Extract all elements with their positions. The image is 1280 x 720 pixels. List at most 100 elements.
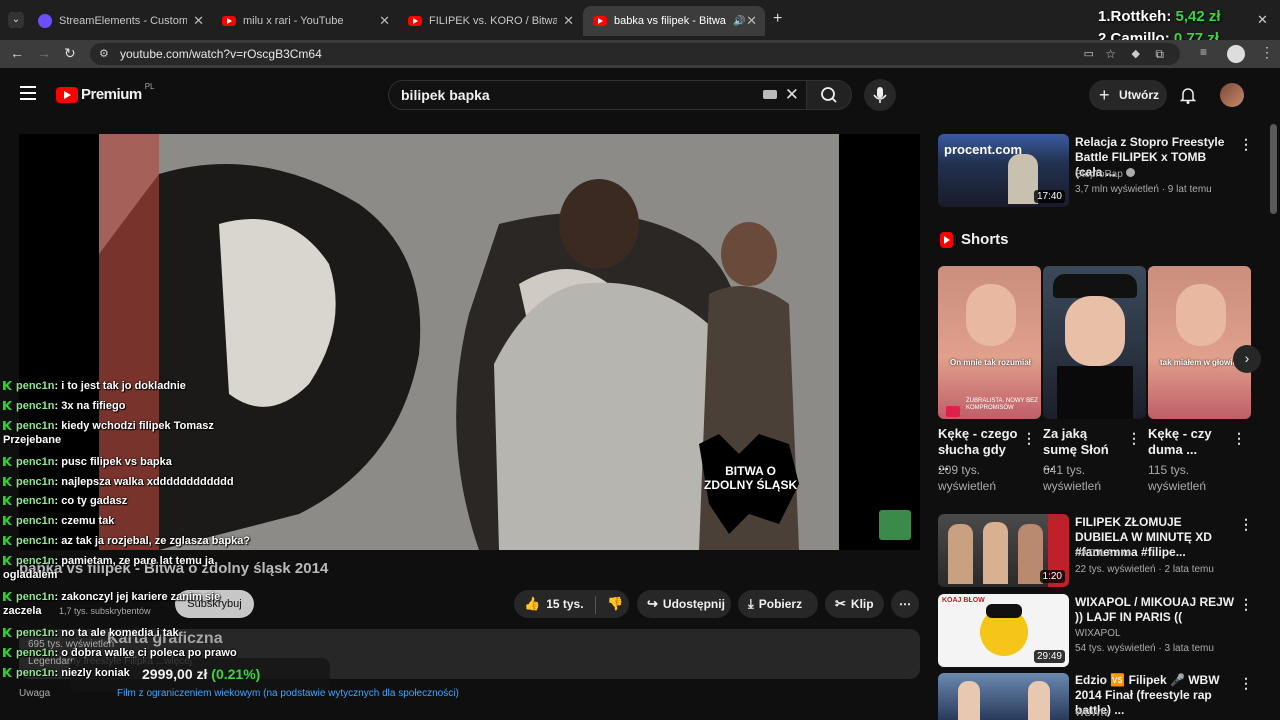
dislike-button[interactable]: 👎 [607,596,624,611]
scissors-icon: ✂ [835,596,846,611]
age-restriction-link[interactable]: Film z ograniczeniem wiekowym (na podsta… [117,688,459,699]
more-options-icon[interactable]: ⋮ [1022,430,1036,447]
url-field[interactable]: ⚙ youtube.com/watch?v=rOscgB3Cm64 ▭ ☆ ◆ … [90,43,1180,65]
profile-avatar[interactable] [1227,45,1245,63]
shorts-next-button[interactable]: › [1233,345,1261,373]
keyboard-icon[interactable] [763,90,777,99]
short-thumbnail[interactable]: tak miałem w głowie [1148,266,1251,419]
chat-message: penc1n: kiedy wchodzi filipek Tomasz Prz… [3,420,214,446]
related-video-title[interactable]: WIXAPOL / MIKOUAJ REJW )) LAJF IN PARIS … [1075,595,1235,625]
price-percent: (0.21%) [211,666,261,682]
chat-message: penc1n: zakonczyl jej kariere zanim sie … [3,591,221,617]
speaker-icon[interactable]: 🔊 [733,16,745,27]
related-video-thumbnail[interactable]: KOAJ BŁOW 29:49 [938,594,1069,667]
chat-message: penc1n: az tak ja rozjebal, ze zglasza b… [3,534,250,548]
more-options-icon[interactable]: ⋮ [1239,516,1253,533]
more-options-icon[interactable]: ⋮ [1239,675,1253,692]
tab-search-dropdown-icon[interactable]: ⌄ [8,12,24,28]
puzzle-icon[interactable]: ⧉ [1155,43,1164,65]
video-duration: 17:40 [1033,190,1065,203]
short-thumbnail[interactable] [1043,266,1146,419]
close-icon[interactable]: ✕ [193,13,204,29]
account-avatar[interactable] [1220,83,1244,107]
clip-button[interactable]: ✂ Klip [825,590,884,618]
new-tab-button[interactable]: + [773,10,782,28]
kick-icon [3,648,12,657]
address-bar-row: ← → ↻ ⚙ youtube.com/watch?v=rOscgB3Cm64 … [0,40,1280,68]
close-icon[interactable]: ✕ [379,13,390,29]
thumbs-down-icon: 👎 [607,596,624,611]
chat-message: penc1n: najlepsza walka xdddddddddddd [3,475,234,489]
share-icon: ↪ [647,596,658,611]
tab-babka-vs-filipek[interactable]: babka vs filipek - Bitwa o zd 🔊 ✕ [583,6,765,36]
like-button[interactable]: 👍 15 tys. [524,590,584,618]
more-horizontal-icon: ⋯ [899,597,911,611]
kick-icon [3,421,12,430]
download-button[interactable]: ⤓ Pobierz [738,590,818,618]
more-options-icon[interactable]: ⋮ [1239,596,1253,613]
reading-list-icon[interactable]: ≡ [1200,45,1207,59]
chat-message: penc1n: pamietam, ze pare lat temu ja og… [3,555,215,581]
thumbnail-text: procent.com [944,142,1023,157]
related-video-thumbnail[interactable]: procent.com 17:40 [938,134,1069,207]
bookmark-star-icon[interactable]: ☆ [1105,43,1116,65]
kick-icon [3,496,12,505]
chat-message: penc1n: niezly koniak [3,666,130,680]
tab-milu-x-rari[interactable]: milu x rari - YouTube ✕ [212,6,398,36]
short-views: 115 tys. wyświetleń [1148,463,1207,493]
site-info-icon[interactable]: ⚙ [99,43,109,65]
thumbs-up-icon: 👍 [524,596,541,611]
menu-kebab-icon[interactable]: ⋮ [1260,44,1274,61]
window-close-icon[interactable]: ✕ [1257,12,1268,28]
related-video-channel[interactable]: PATOLA exe [1075,548,1131,559]
voice-search-button[interactable] [864,79,896,111]
hamburger-menu-icon[interactable] [20,86,36,100]
forward-icon[interactable]: → [37,45,51,61]
more-options-icon[interactable]: ⋮ [1239,136,1253,153]
microphone-icon [873,87,887,103]
youtube-logo[interactable]: Premium PL [56,82,155,103]
notifications-bell-icon[interactable] [1179,86,1197,109]
share-button[interactable]: ↪ Udostępnij [637,590,731,618]
search-value: bilipek bapka [401,87,490,103]
bitwa-watermark: BITWA O ZDOLNY ŚLĄSK [704,464,798,492]
search-input[interactable]: bilipek bapka ✕ [388,80,808,110]
create-button[interactable]: + Utwórz [1089,80,1167,110]
related-video-channel[interactable]: WIXAPOL [1075,628,1121,639]
youtube-icon [222,16,236,26]
search-button[interactable] [806,80,852,110]
kick-icon [3,516,12,525]
like-count: 15 tys. [546,597,584,611]
url-text: youtube.com/watch?v=rOscgB3Cm64 [120,47,322,61]
extension-icon[interactable]: ◆ [1132,43,1140,65]
related-video-thumbnail[interactable] [938,673,1069,720]
kick-icon [3,556,12,565]
short-caption: tak miałem w głowie [1160,358,1237,367]
more-options-icon[interactable]: ⋮ [1127,430,1141,447]
short-title[interactable]: Kękę - czy duma ... [1148,426,1228,458]
tab-streamelements[interactable]: StreamElements - Custom comm ✕ [28,6,212,36]
back-icon[interactable]: ← [10,45,24,61]
page-scrollbar[interactable] [1270,124,1277,214]
tab-filipek-vs-koro[interactable]: FILIPEK vs. KORO / Bitwa o Kost ✕ [398,6,582,36]
youtube-play-icon [56,86,78,103]
more-options-icon[interactable]: ⋮ [1232,430,1246,447]
video-duration: 1:20 [1039,570,1065,583]
close-icon[interactable]: ✕ [746,13,757,29]
reload-icon[interactable]: ↻ [64,45,76,62]
youtube-masthead: Premium PL bilipek bapka ✕ + Utwórz [0,68,1280,124]
related-video-thumbnail[interactable]: 1:20 [938,514,1069,587]
kick-icon [3,628,12,637]
short-caption: On mnie tak rozumiał [950,358,1031,367]
related-video-channel[interactable]: WBWtv [1075,708,1108,719]
more-actions-button[interactable]: ⋯ [891,590,919,618]
verified-icon [1125,168,1135,177]
footer-label: Uwaga [19,688,51,699]
browser-tab-bar: ⌄ StreamElements - Custom comm ✕ milu x … [0,0,1280,47]
clear-search-icon[interactable]: ✕ [785,81,799,109]
tab-title: milu x rari - YouTube [243,15,344,27]
close-icon[interactable]: ✕ [563,13,574,29]
short-thumbnail[interactable]: On mnie tak rozumiał ŻUBRALISTA. NOWY BE… [938,266,1041,419]
install-icon[interactable]: ▭ [1084,43,1094,65]
related-video-channel[interactable]: StoproRap [1075,168,1135,180]
